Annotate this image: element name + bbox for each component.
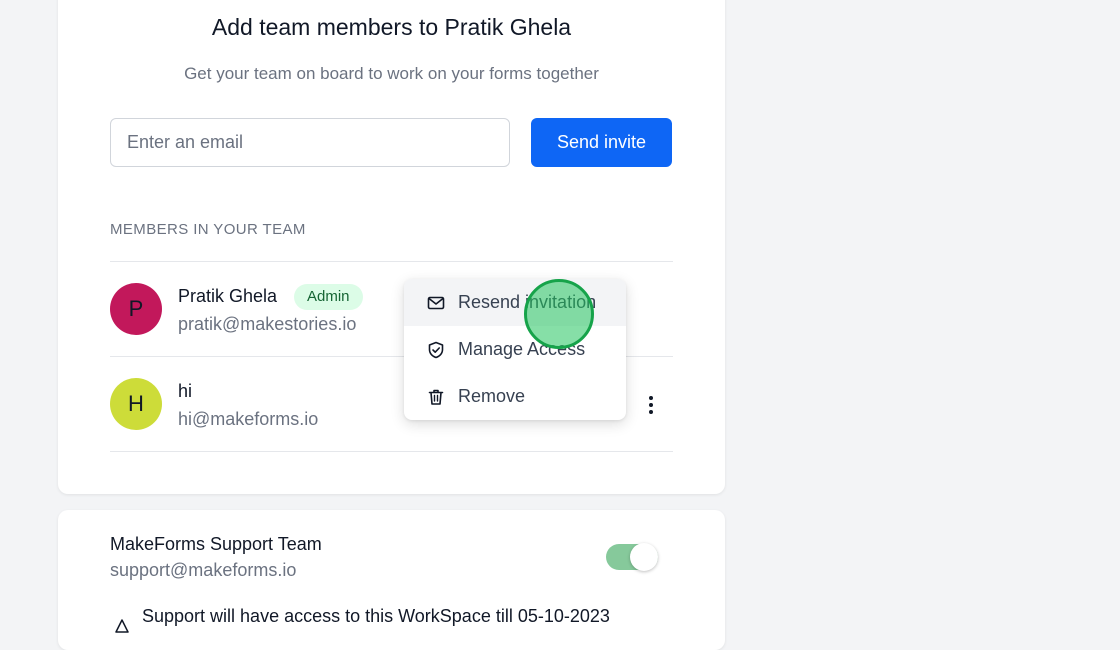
send-invite-button[interactable]: Send invite xyxy=(531,118,672,167)
member-context-menu: Resend invitation Manage Access Remove xyxy=(404,279,626,420)
support-access-toggle[interactable] xyxy=(606,543,658,571)
trash-icon xyxy=(426,387,446,407)
support-team-email: support@makeforms.io xyxy=(110,560,297,580)
menu-item-resend-invitation[interactable]: Resend invitation xyxy=(404,279,626,326)
member-name: Pratik Ghela xyxy=(178,286,278,306)
avatar: H xyxy=(110,378,162,430)
page-title: Add team members to Pratik Ghela xyxy=(211,14,572,40)
member-email: pratik@makestories.io xyxy=(178,314,357,334)
menu-item-label: Resend invitation xyxy=(458,292,597,312)
mail-icon xyxy=(426,293,446,313)
support-card: MakeForms Support Team support@makeforms… xyxy=(58,510,725,650)
more-options-icon[interactable] xyxy=(641,393,661,417)
info-icon xyxy=(115,619,129,633)
support-access-note: Support will have access to this WorkSpa… xyxy=(142,606,610,626)
member-name: hi xyxy=(178,381,193,401)
page-subtitle: Get your team on board to work on your f… xyxy=(184,64,599,83)
toggle-knob xyxy=(630,543,658,571)
support-team-name: MakeForms Support Team xyxy=(110,534,322,554)
divider xyxy=(110,451,673,452)
menu-item-manage-access[interactable]: Manage Access xyxy=(404,326,626,373)
members-section-label: MEMBERS IN YOUR TEAM xyxy=(110,221,306,238)
avatar: P xyxy=(110,283,162,335)
menu-item-label: Remove xyxy=(458,386,526,406)
admin-badge: Admin xyxy=(294,284,363,310)
menu-item-label: Manage Access xyxy=(458,339,586,359)
member-email: hi@makeforms.io xyxy=(178,409,319,429)
menu-item-remove[interactable]: Remove xyxy=(404,373,626,420)
shield-icon xyxy=(426,340,446,360)
email-input[interactable] xyxy=(110,118,510,167)
